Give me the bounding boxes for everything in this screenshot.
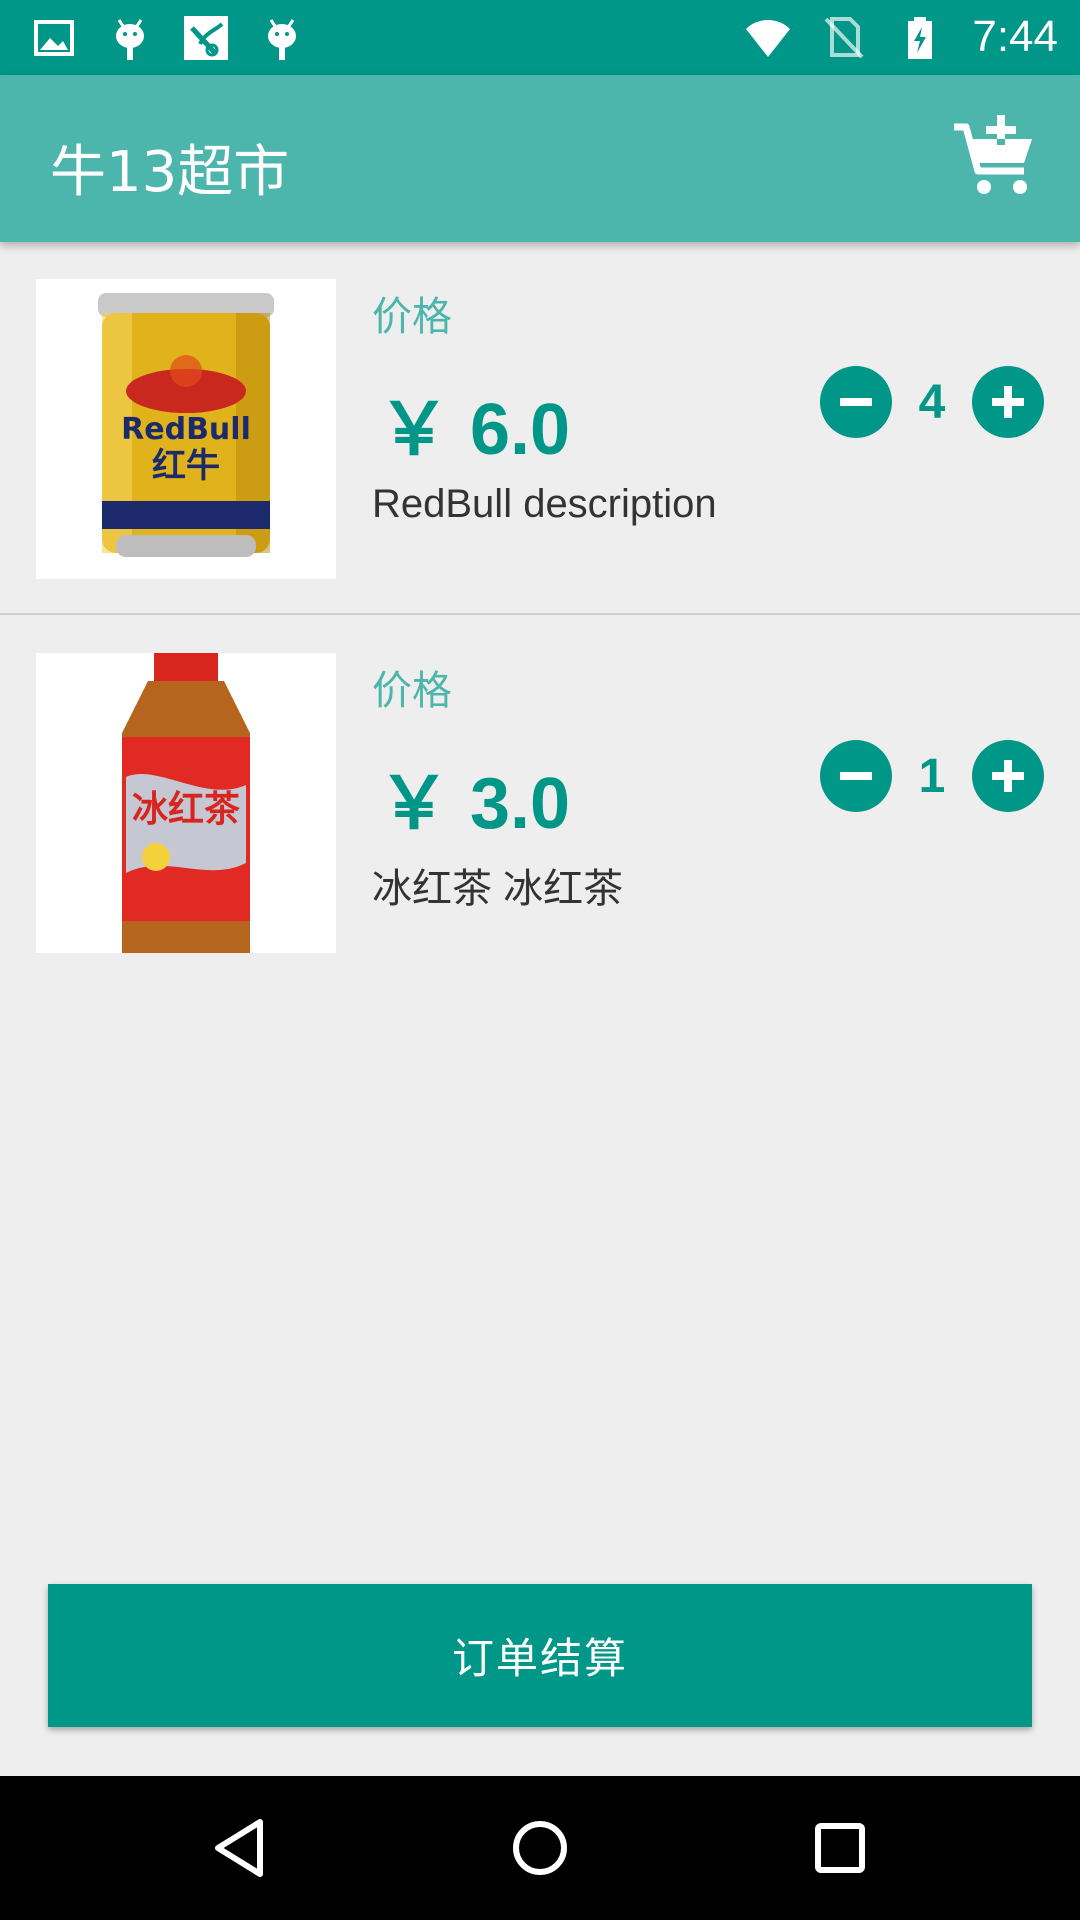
- no-sim-icon: [824, 17, 864, 59]
- app-title: 牛13超市: [50, 140, 290, 205]
- minus-icon: [840, 398, 872, 406]
- android-icon: [268, 18, 296, 60]
- status-bar: 7:44: [0, 0, 1080, 75]
- quantity-stepper: 4: [820, 366, 1044, 438]
- product-row: 冰红茶 价格 ￥ 3.0 1 冰红茶 冰红茶: [0, 616, 1080, 989]
- minus-icon: [840, 772, 872, 780]
- product-image: 冰红茶: [36, 653, 336, 953]
- price-value: ￥ 3.0: [378, 764, 571, 844]
- wifi-icon: [746, 20, 791, 57]
- clock: 7:44: [972, 12, 1058, 61]
- product-description: 冰红茶 冰红茶: [372, 867, 624, 911]
- decrease-button[interactable]: [820, 366, 892, 438]
- svg-text:冰红茶: 冰红茶: [132, 789, 241, 830]
- recents-icon[interactable]: [804, 1812, 876, 1884]
- app-icon: [184, 15, 228, 60]
- home-icon[interactable]: [504, 1812, 576, 1884]
- back-icon[interactable]: [204, 1812, 276, 1884]
- add-to-cart-icon[interactable]: [950, 113, 1040, 203]
- quantity-value: 4: [918, 375, 946, 429]
- system-icons: 7:44: [744, 8, 1058, 66]
- ice-tea-bottle-image: 冰红茶: [122, 653, 250, 953]
- svg-text:RedBull: RedBull: [121, 412, 251, 447]
- quantity-value: 1: [918, 749, 946, 803]
- android-icon: [116, 18, 144, 60]
- notification-icons: [30, 10, 306, 65]
- image-icon: [34, 19, 74, 56]
- navigation-bar: [0, 1776, 1080, 1920]
- product-row: RedBull 红牛 价格 ￥ 6.0 4 RedBull descriptio…: [0, 242, 1080, 615]
- product-description: RedBull description: [372, 482, 717, 526]
- screen: 7:44 牛13超市 RedBull 红牛 价格 ￥ 6.0 4 RedBull…: [0, 0, 1080, 1920]
- increase-button[interactable]: [972, 740, 1044, 812]
- battery-charging-icon: [908, 17, 933, 59]
- price-label: 价格: [372, 668, 452, 714]
- decrease-button[interactable]: [820, 740, 892, 812]
- svg-text:红牛: 红牛: [152, 446, 220, 486]
- price-label: 价格: [372, 294, 452, 340]
- product-image: RedBull 红牛: [36, 279, 336, 579]
- price-value: ￥ 6.0: [378, 390, 571, 470]
- app-bar: 牛13超市: [0, 75, 1080, 242]
- increase-button[interactable]: [972, 366, 1044, 438]
- redbull-can-image: RedBull 红牛: [98, 293, 274, 557]
- quantity-stepper: 1: [820, 740, 1044, 812]
- checkout-button[interactable]: 订单结算: [48, 1584, 1032, 1727]
